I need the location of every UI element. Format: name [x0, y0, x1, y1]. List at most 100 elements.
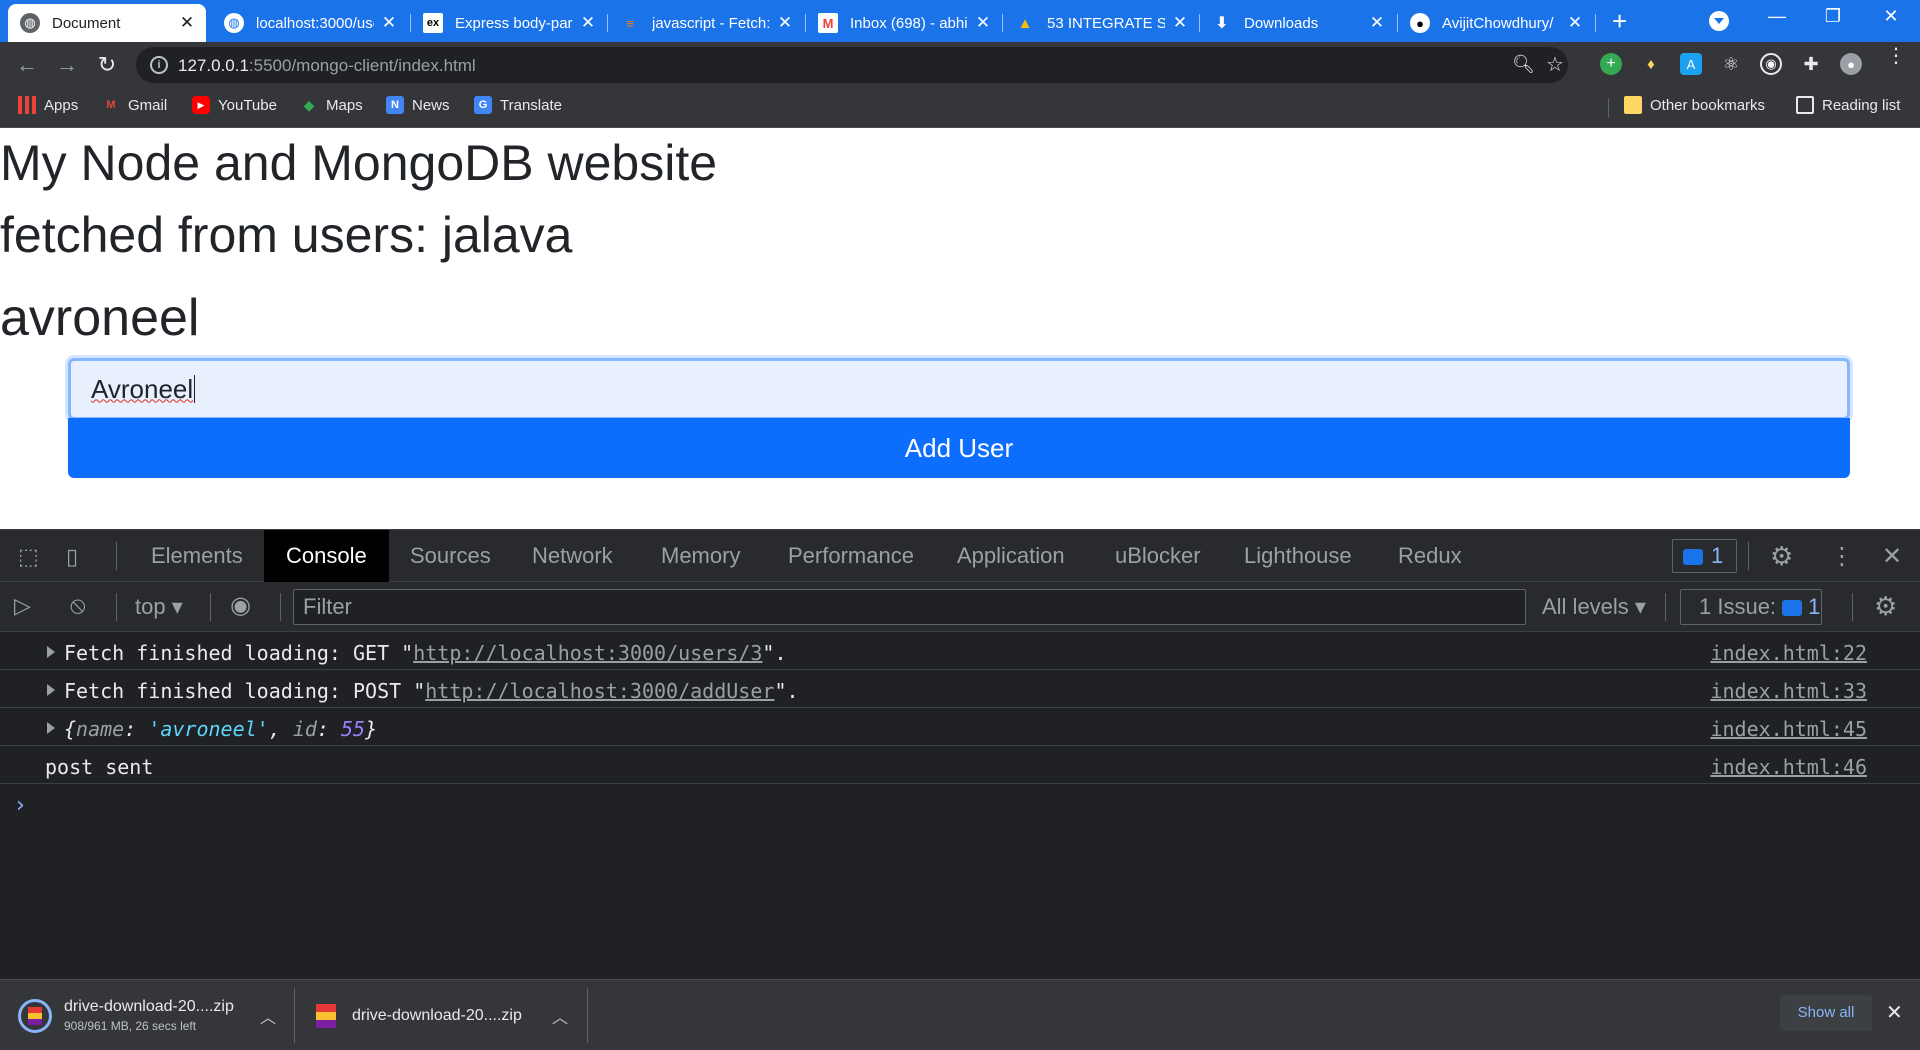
back-icon[interactable]: ← [12, 51, 42, 81]
gmail-icon: M [106, 99, 116, 111]
source-link[interactable]: index.html:33 [1710, 679, 1867, 703]
tab-document[interactable]: ◍ Document ✕ [8, 4, 206, 42]
clear-console-icon[interactable]: ⦸ [70, 592, 86, 620]
tab-separator [1595, 14, 1596, 32]
devtools-tab-ublocker[interactable]: uBlocker [1093, 530, 1223, 582]
messages-badge[interactable]: 1 [1672, 539, 1737, 573]
download-separator [587, 988, 588, 1043]
close-tab-icon[interactable]: ✕ [380, 13, 398, 33]
tab-express[interactable]: ex Express body-parser ✕ [411, 4, 607, 42]
reading-list[interactable]: Reading list [1796, 96, 1900, 114]
tab-search-icon[interactable] [1709, 11, 1729, 31]
forward-icon[interactable]: → [52, 51, 82, 81]
close-tab-icon[interactable]: ✕ [1368, 13, 1386, 33]
sidebar-toggle-icon[interactable]: ▷ [14, 593, 31, 619]
devtools-tab-redux[interactable]: Redux [1376, 530, 1484, 582]
close-tab-icon[interactable]: ✕ [1566, 13, 1584, 33]
devtools-tab-network[interactable]: Network [510, 530, 635, 582]
browser-toolbar: ← → ↻ i 127.0.0.1:5500/mongo-client/inde… [0, 42, 1920, 88]
devtools-tab-elements[interactable]: Elements [129, 530, 265, 582]
source-link[interactable]: index.html:46 [1710, 755, 1867, 779]
bookmark-maps[interactable]: ◆ Maps [300, 96, 363, 114]
console-message[interactable]: Fetch finished loading: POST "http://loc… [0, 670, 1920, 708]
bookmark-star-icon[interactable]: ☆ [1546, 52, 1564, 77]
devtools-tab-application[interactable]: Application [935, 530, 1087, 582]
console-settings-icon[interactable]: ⚙ [1874, 591, 1897, 622]
close-shelf-icon[interactable]: ✕ [1886, 1000, 1903, 1025]
close-tab-icon[interactable]: ✕ [579, 13, 597, 33]
devtools-tab-console[interactable]: Console [264, 530, 389, 582]
extension-target-icon[interactable]: ◉ [1760, 53, 1782, 75]
log-levels-dropdown[interactable]: All levels ▾ [1542, 594, 1646, 620]
expand-arrow-icon[interactable] [47, 722, 55, 734]
context-selector[interactable]: top ▾ [135, 594, 183, 620]
bookmark-translate[interactable]: G Translate [474, 96, 562, 114]
tab-gmail[interactable]: M Inbox (698) - abhi ✕ [806, 4, 1002, 42]
tab-localhost[interactable]: ◍ localhost:3000/users/3 ✕ [212, 4, 408, 42]
fetch-url-link[interactable]: http://localhost:3000/users/3 [413, 641, 762, 665]
console-prompt[interactable]: › [0, 784, 1920, 824]
user-name-input[interactable]: Avroneel [68, 358, 1850, 420]
console-message[interactable]: Fetch finished loading: GET "http://loca… [0, 632, 1920, 670]
react-devtools-icon[interactable]: ⚛ [1720, 53, 1742, 75]
devtools-tab-memory[interactable]: Memory [639, 530, 762, 582]
close-tab-icon[interactable]: ✕ [776, 13, 794, 33]
chevron-up-icon[interactable]: ︿ [552, 1004, 568, 1028]
live-expression-eye-icon[interactable]: ◉ [230, 591, 251, 620]
issues-button[interactable]: 1 Issue: 1 [1680, 589, 1822, 625]
minimize-icon[interactable]: — [1752, 6, 1802, 27]
address-bar[interactable]: i 127.0.0.1:5500/mongo-client/index.html… [136, 47, 1568, 83]
restore-icon[interactable]: ❐ [1808, 6, 1858, 27]
chevron-up-icon[interactable]: ︿ [260, 1004, 276, 1028]
reload-icon[interactable]: ↻ [92, 51, 122, 81]
source-link[interactable]: index.html:45 [1710, 717, 1867, 741]
url-text[interactable]: 127.0.0.1:5500/mongo-client/index.html [178, 56, 476, 76]
close-tab-icon[interactable]: ✕ [178, 13, 196, 33]
bookmark-news[interactable]: N News [386, 96, 450, 114]
fetch-url-link[interactable]: http://localhost:3000/addUser [425, 679, 774, 703]
new-tab-icon[interactable]: + [1612, 8, 1627, 34]
other-bookmarks[interactable]: Other bookmarks [1624, 96, 1765, 114]
zoom-icon[interactable]: 🔍︎ [1512, 54, 1535, 75]
bookmark-apps[interactable]: Apps [18, 96, 78, 114]
bookmark-gmail[interactable]: M Gmail [102, 96, 167, 114]
bookmark-youtube[interactable]: ▶ YouTube [192, 96, 277, 114]
tab-stackoverflow[interactable]: ≡ javascript - Fetch: POST ✕ [608, 4, 804, 42]
extensions-puzzle-icon[interactable]: ✚ [1800, 53, 1822, 75]
devtools-tab-performance[interactable]: Performance [766, 530, 936, 582]
site-info-icon[interactable]: i [150, 56, 168, 74]
zip-file-icon [316, 1003, 336, 1028]
expand-arrow-icon[interactable] [47, 646, 55, 658]
show-all-downloads-button[interactable]: Show all [1780, 995, 1872, 1031]
devtools-menu-icon[interactable]: ⋮ [1830, 542, 1854, 571]
devtools-tab-sources[interactable]: Sources [388, 530, 513, 582]
console-message[interactable]: {name: 'avroneel', id: 55} index.html:45 [0, 708, 1920, 746]
devtools-tab-bar: ⬚ ▯ Elements Console Sources Network Mem… [0, 530, 1920, 582]
device-toolbar-icon[interactable]: ▯ [66, 544, 78, 570]
source-link[interactable]: index.html:22 [1710, 641, 1867, 665]
devtools-close-icon[interactable]: ✕ [1882, 542, 1902, 571]
window-close-icon[interactable]: ✕ [1866, 6, 1916, 27]
extension-green-icon[interactable]: + [1600, 53, 1622, 75]
devtools-settings-icon[interactable]: ⚙ [1770, 541, 1793, 572]
inspect-element-icon[interactable]: ⬚ [18, 544, 39, 570]
tab-drive[interactable]: ▲ 53 INTEGRATE STRIPE ✕ [1003, 4, 1199, 42]
devtools-tab-lighthouse[interactable]: Lighthouse [1222, 530, 1374, 582]
tab-github[interactable]: ● AvijitChowdhury/ ✕ [1398, 4, 1594, 42]
expand-arrow-icon[interactable] [47, 684, 55, 696]
extension-a-icon[interactable]: A [1680, 53, 1702, 75]
close-tab-icon[interactable]: ✕ [1171, 13, 1189, 33]
profile-avatar[interactable]: ● [1840, 53, 1862, 75]
tab-downloads[interactable]: ⬇ Downloads ✕ [1200, 4, 1396, 42]
add-user-button[interactable]: Add User [68, 418, 1850, 478]
close-tab-icon[interactable]: ✕ [974, 13, 992, 33]
extension-bulb-icon[interactable]: ♦ [1640, 53, 1662, 75]
console-output: Fetch finished loading: GET "http://loca… [0, 632, 1920, 980]
download-item[interactable]: drive-download-20....zip 908/961 MB, 26 … [18, 980, 280, 1050]
toolbar-separator [116, 542, 117, 570]
globe-icon: ◍ [224, 13, 244, 33]
tab-strip: ◍ Document ✕ ◍ localhost:3000/users/3 ✕ … [0, 0, 1920, 42]
console-filter-input[interactable]: Filter [293, 589, 1526, 625]
download-item[interactable]: drive-download-20....zip ︿ [316, 980, 576, 1050]
browser-menu-icon[interactable]: ⋮ [1886, 46, 1906, 66]
